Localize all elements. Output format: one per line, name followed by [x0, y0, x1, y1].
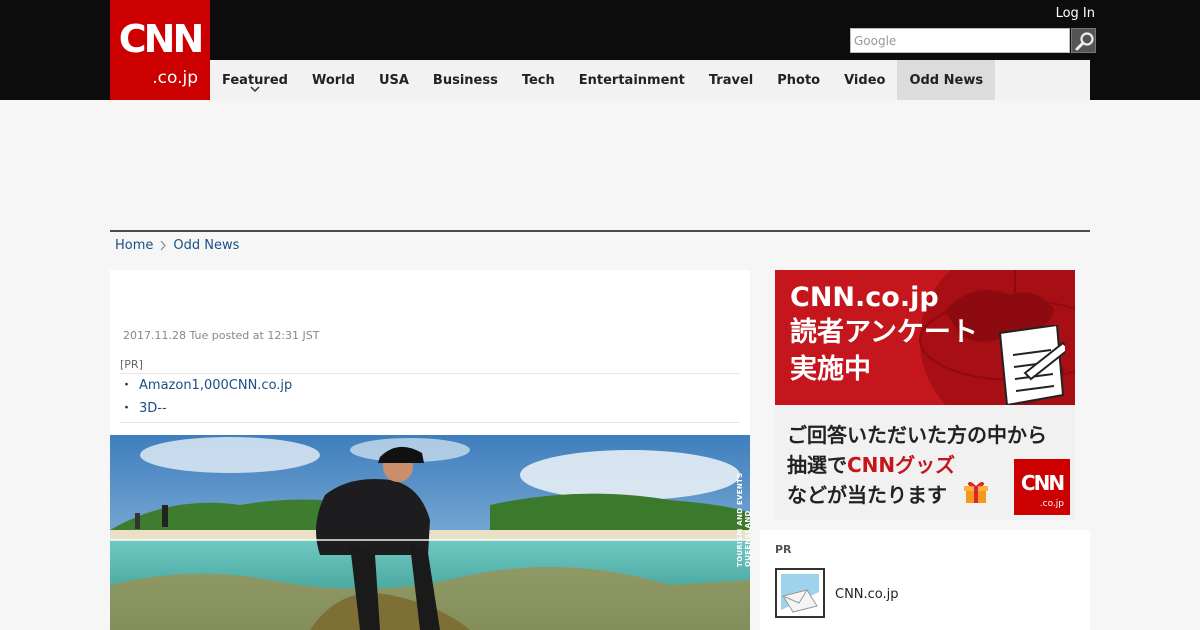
nav-item-travel[interactable]: Travel [697, 60, 765, 100]
nav-item-video[interactable]: Video [832, 60, 897, 100]
nav-item-featured[interactable]: Featured [210, 60, 300, 100]
pr-link-text: 3D-- [139, 401, 167, 416]
banner-sub2-pre: 抽選で [787, 453, 847, 477]
mail-icon[interactable] [775, 568, 825, 618]
banner-sub2: 抽選でCNNグッズ [787, 449, 955, 478]
nav-item-photo[interactable]: Photo [765, 60, 832, 100]
nav-item-usa[interactable]: USA [367, 60, 421, 100]
logo-main-text: CNN [118, 17, 205, 61]
banner-sub1: ご回答いただいた方の中から [787, 423, 1047, 447]
cnn-mini-logo: CNN .co.jp [1014, 459, 1070, 515]
nav-item-tech[interactable]: Tech [510, 60, 567, 100]
breadcrumb-home[interactable]: Home [115, 238, 153, 253]
pr-link-text: Amazon1,000CNN.co.jp [139, 378, 293, 393]
banner-sub3: などが当たります [787, 483, 947, 507]
chevron-down-icon [250, 86, 260, 92]
banner-line3: 実施中 [790, 354, 871, 385]
bullet: ・ [120, 401, 134, 416]
nav-label: Entertainment [578, 72, 685, 88]
pr-divider [120, 422, 740, 423]
search-box [850, 28, 1096, 53]
cnn-logo[interactable]: CNN .co.jp [110, 0, 210, 100]
gift-icon [964, 481, 988, 503]
breadcrumb: Home Odd News [115, 238, 239, 253]
nav-item-entertainment[interactable]: Entertainment [567, 60, 697, 100]
main-nav: Featured World USA Business Tech Enterta… [210, 60, 1090, 100]
side-pr-box: PR CNN.co.jp [760, 530, 1090, 630]
article-card: 2017.11.28 Tue posted at 12:31 JST [PR] … [110, 270, 750, 630]
nav-label: Video [844, 72, 886, 88]
logo-sub-text: .co.jp [152, 68, 198, 88]
pr-link[interactable]: ・ Amazon1,000CNN.co.jp [120, 374, 740, 397]
nav-label: Business [432, 72, 498, 88]
article-date: 2017.11.28 Tue posted at 12:31 JST [123, 329, 320, 342]
search-input[interactable] [850, 28, 1070, 53]
breadcrumb-current[interactable]: Odd News [173, 238, 239, 253]
search-icon [1075, 32, 1094, 51]
mini-logo-main: CNN [1020, 471, 1065, 495]
nav-label: Odd News [909, 72, 984, 88]
search-button[interactable] [1071, 28, 1096, 53]
nav-label: Travel [708, 72, 754, 88]
side-pr-label: PR [775, 543, 792, 556]
nav-label: USA [378, 72, 409, 88]
ad-divider [110, 230, 1090, 232]
top-bar: CNN .co.jp Log In Featured World USA Bus… [0, 0, 1200, 100]
photo-credit: TOURISM AND EVENTS QUEENSLAND [736, 472, 750, 567]
pr-box: [PR] ・ Amazon1,000CNN.co.jp ・ 3D-- [120, 358, 740, 423]
chevron-right-icon [160, 240, 167, 251]
article-photo-image [110, 435, 750, 630]
envelope-thumbnail [777, 570, 823, 616]
banner-top: CNN.co.jp 読者アンケート 実施中 [775, 270, 1075, 405]
banner-bottom: ご回答いただいた方の中から 抽選でCNNグッズ などが当たります CNN .co… [775, 405, 1075, 520]
nav-item-odd-news[interactable]: Odd News [897, 60, 996, 100]
banner-line2: 読者アンケート [790, 317, 978, 348]
article-photo: TOURISM AND EVENTS QUEENSLAND [110, 435, 750, 630]
document-icon [998, 325, 1065, 405]
survey-banner[interactable]: CNN.co.jp 読者アンケート 実施中 ご回答いただいた方の中から 抽選でC… [775, 270, 1075, 520]
banner-sub2-red: CNNグッズ [847, 453, 956, 477]
nav-label: World [311, 72, 355, 88]
banner-line1: CNN.co.jp [790, 282, 939, 313]
mini-logo-sub: .co.jp [1039, 499, 1064, 509]
login-link[interactable]: Log In [1056, 6, 1095, 21]
nav-label: Tech [521, 72, 555, 88]
side-pr-link[interactable]: CNN.co.jp [835, 587, 899, 602]
nav-item-world[interactable]: World [300, 60, 367, 100]
nav-item-business[interactable]: Business [421, 60, 510, 100]
pr-label: [PR] [120, 358, 740, 374]
bullet: ・ [120, 378, 134, 393]
pr-link[interactable]: ・ 3D-- [120, 397, 740, 420]
nav-label: Photo [777, 72, 821, 88]
